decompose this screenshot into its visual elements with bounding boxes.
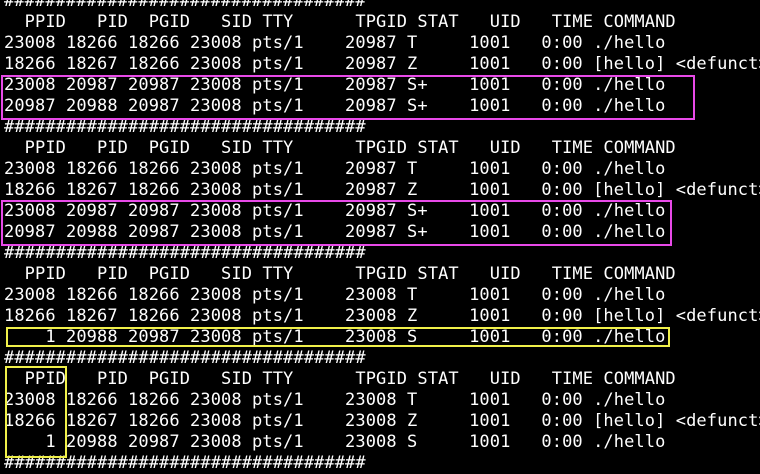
separator-line: ################################### (4, 243, 366, 263)
yellow-highlight-box-row (6, 327, 670, 347)
magenta-highlight-box-1 (1, 75, 695, 120)
terminal-window[interactable]: ################################### PPID… (0, 0, 760, 473)
ps-row: 1 20988 20987 23008 pts/1 23008 S 1001 0… (4, 432, 666, 452)
ps-row: 23008 18266 18266 23008 pts/1 20987 T 10… (4, 159, 666, 179)
separator-line: ################################### (4, 0, 366, 11)
ps-row: 18266 18267 18266 23008 pts/1 23008 Z 10… (4, 411, 760, 431)
ps-header-row: PPID PID PGID SID TTY TPGID STAT UID TIM… (4, 369, 676, 389)
separator-line: ################################### (4, 117, 366, 137)
ps-header-row: PPID PID PGID SID TTY TPGID STAT UID TIM… (4, 264, 676, 284)
ps-row: 23008 18266 18266 23008 pts/1 20987 T 10… (4, 33, 666, 53)
yellow-highlight-box-ppid-column (5, 366, 67, 458)
ps-row: 18266 18267 18266 23008 pts/1 23008 Z 10… (4, 306, 760, 326)
ps-header-row: PPID PID PGID SID TTY TPGID STAT UID TIM… (4, 138, 676, 158)
ps-row: 23008 18266 18266 23008 pts/1 23008 T 10… (4, 390, 666, 410)
ps-row: 18266 18267 18266 23008 pts/1 20987 Z 10… (4, 54, 760, 74)
ps-header-row: PPID PID PGID SID TTY TPGID STAT UID TIM… (4, 12, 676, 32)
ps-row: 23008 18266 18266 23008 pts/1 23008 T 10… (4, 285, 666, 305)
ps-row: 18266 18267 18266 23008 pts/1 20987 Z 10… (4, 180, 760, 200)
magenta-highlight-box-2 (1, 200, 672, 246)
